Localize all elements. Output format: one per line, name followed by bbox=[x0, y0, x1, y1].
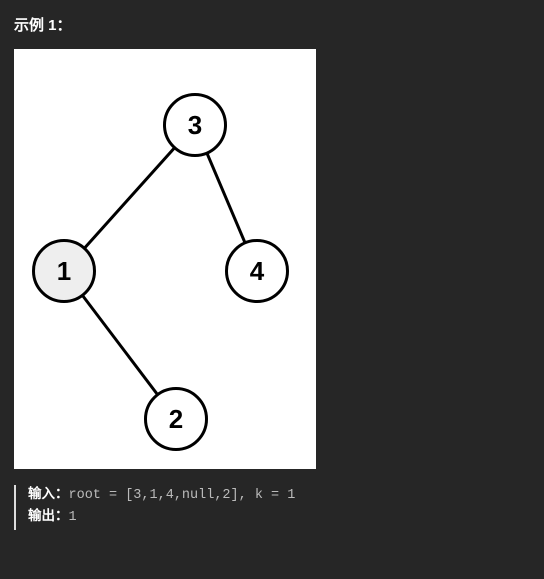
output-line: 输出：1 bbox=[28, 507, 530, 529]
example-heading: 示例 1： bbox=[14, 14, 530, 35]
tree-node-1: 1 bbox=[32, 239, 96, 303]
input-label: 输入： bbox=[28, 488, 69, 503]
input-line: 输入：root = [3,1,4,null,2], k = 1 bbox=[28, 485, 530, 507]
tree-diagram: 3 1 4 2 bbox=[14, 49, 316, 469]
tree-node-2: 2 bbox=[144, 387, 208, 451]
output-value: 1 bbox=[69, 510, 77, 525]
input-value: root = [3,1,4,null,2], k = 1 bbox=[69, 488, 296, 503]
tree-node-3: 3 bbox=[163, 93, 227, 157]
example-io-block: 输入：root = [3,1,4,null,2], k = 1 输出：1 bbox=[14, 485, 530, 530]
tree-node-4: 4 bbox=[225, 239, 289, 303]
output-label: 输出： bbox=[28, 510, 69, 525]
